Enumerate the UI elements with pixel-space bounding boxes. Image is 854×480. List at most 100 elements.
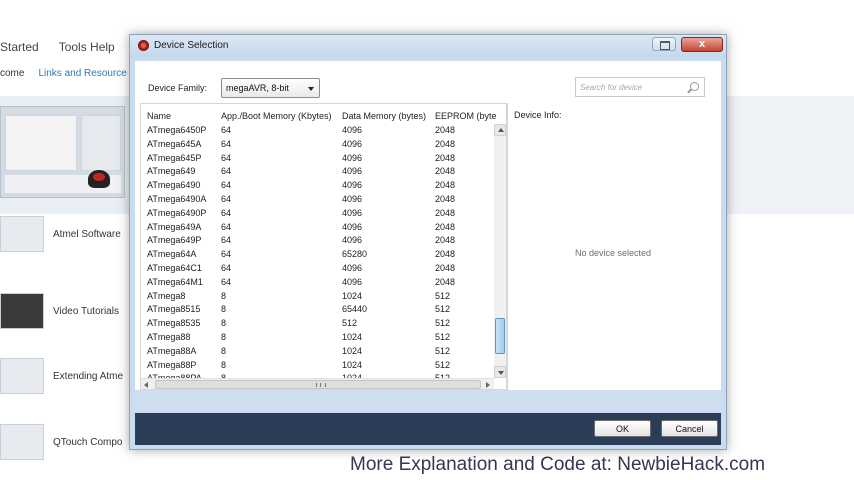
table-row[interactable]: ATmega88A 8 1024 512 — [141, 345, 489, 359]
table-cell: 2048 — [435, 221, 456, 232]
table-cell: 4096 — [342, 180, 363, 191]
table-cell: 4096 — [342, 221, 363, 232]
table-cell: 512 — [435, 359, 451, 370]
table-cell: ATmega88P — [147, 359, 197, 370]
table-cell: 65280 — [342, 249, 368, 260]
search-icon[interactable] — [690, 82, 699, 91]
table-row[interactable]: ATmega6490A 64 4096 2048 — [141, 193, 489, 207]
device-info-label: Device Info: — [514, 110, 562, 120]
start-page-menu: Started Tools Help — [0, 40, 135, 56]
dialog-titlebar[interactable]: Device Selection x — [130, 35, 726, 57]
menu-started[interactable]: Started — [0, 40, 39, 56]
table-row[interactable]: ATmega6490P 64 4096 2048 — [141, 207, 489, 221]
table-cell: 512 — [342, 318, 358, 329]
item-label: Video Tutorials — [53, 305, 119, 317]
table-cell: ATmega8515 — [147, 304, 201, 315]
table-cell: 65440 — [342, 304, 368, 315]
close-button[interactable]: x — [681, 37, 723, 52]
start-item-atmel-software[interactable]: Atmel Software — [0, 216, 121, 252]
table-body: ATmega6450P 64 4096 2048 ATmega645A 64 4096 204… — [141, 124, 489, 378]
table-cell: ATmega64C1 — [147, 263, 202, 273]
table-row[interactable]: ATmega8535 8 512 512 — [141, 317, 489, 331]
table-row[interactable]: ATmega6490 64 4096 2048 — [141, 179, 489, 193]
table-cell: 2048 — [435, 235, 456, 246]
table-row[interactable]: ATmega645P 64 4096 2048 — [141, 152, 489, 166]
dialog-title: Device Selection — [154, 40, 229, 51]
start-item-video-tutorials[interactable]: Video Tutorials — [0, 293, 119, 329]
search-input[interactable] — [576, 78, 684, 96]
ok-button[interactable]: OK — [594, 420, 651, 437]
table-cell: 4096 — [342, 166, 363, 177]
scrollbar-thumb[interactable] — [495, 318, 505, 354]
scroll-left-icon[interactable] — [141, 379, 153, 389]
table-row[interactable]: ATmega88 8 1024 512 — [141, 331, 489, 345]
table-row[interactable]: ATmega649 64 4096 2048 — [141, 165, 489, 179]
scroll-right-icon[interactable] — [482, 379, 494, 389]
table-cell: 8 — [221, 304, 227, 315]
start-page-tabs: come Links and Resource — [0, 68, 127, 79]
table-cell: 4096 — [342, 263, 363, 273]
table-cell: 64 — [221, 235, 232, 246]
no-device-message: No device selected — [574, 248, 652, 258]
device-family-select[interactable]: megaAVR, 8-bit — [221, 78, 320, 98]
table-cell: 512 — [435, 304, 451, 315]
menu-tools-help[interactable]: Tools Help — [59, 40, 115, 56]
column-header-name[interactable]: Name — [147, 111, 171, 121]
column-header-data-memory[interactable]: Data Memory (bytes) — [342, 111, 426, 121]
table-cell: 64 — [221, 180, 232, 191]
tab-links-and-resources[interactable]: Links and Resource — [38, 68, 126, 79]
table-cell: ATmega649P — [147, 235, 202, 246]
restore-button[interactable] — [652, 37, 676, 51]
table-cell: 64 — [221, 125, 232, 135]
device-info-panel: Device Info: No device selected — [507, 103, 721, 390]
table-cell: ATmega649 — [147, 166, 196, 177]
scroll-down-icon[interactable] — [494, 366, 506, 378]
table-cell: 8 — [221, 318, 227, 329]
table-cell: ATmega64A — [147, 249, 197, 260]
device-search-box[interactable] — [575, 77, 705, 97]
vertical-scrollbar[interactable] — [494, 124, 506, 378]
table-cell: 4096 — [342, 276, 363, 287]
table-cell: ATmega649A — [147, 221, 202, 232]
table-cell: 64 — [221, 276, 232, 287]
table-row[interactable]: ATmega649P 64 4096 2048 — [141, 234, 489, 248]
thumbnail-sidepanel — [81, 115, 121, 171]
table-row[interactable]: ATmega649A 64 4096 2048 — [141, 221, 489, 235]
table-cell: 2048 — [435, 276, 456, 287]
table-cell: ATmega6490A — [147, 194, 207, 204]
cancel-button[interactable]: Cancel — [661, 420, 718, 437]
table-cell: 64 — [221, 166, 232, 177]
table-row[interactable]: ATmega8 8 1024 512 — [141, 290, 489, 304]
table-cell: ATmega88A — [147, 345, 197, 356]
table-cell: ATmega8535 — [147, 318, 201, 329]
table-row[interactable]: ATmega64A 64 65280 2048 — [141, 248, 489, 262]
table-row[interactable]: ATmega6450P 64 4096 2048 — [141, 124, 489, 138]
table-cell: 4096 — [342, 138, 363, 149]
horizontal-scrollbar-thumb[interactable] — [155, 380, 481, 389]
table-cell: 64 — [221, 249, 232, 260]
watermark-caption: More Explanation and Code at: NewbieHack… — [350, 454, 766, 475]
table-cell: ATmega8 — [147, 290, 186, 301]
column-header-eeprom[interactable]: EEPROM (byte — [435, 111, 497, 121]
table-row[interactable]: ATmega8515 8 65440 512 — [141, 303, 489, 317]
table-cell: 8 — [221, 359, 227, 370]
table-cell: 8 — [221, 290, 227, 301]
table-cell: 4096 — [342, 207, 363, 218]
table-cell: 2048 — [435, 138, 456, 149]
horizontal-scrollbar[interactable] — [141, 378, 494, 389]
table-row[interactable]: ATmega645A 64 4096 2048 — [141, 138, 489, 152]
start-item-qtouch-composer[interactable]: QTouch Compo — [0, 424, 122, 460]
table-cell: 2048 — [435, 263, 456, 273]
tab-welcome[interactable]: come — [0, 68, 24, 79]
column-header-app-memory[interactable]: App./Boot Memory (Kbytes) — [221, 111, 332, 121]
table-cell: 64 — [221, 194, 232, 204]
table-row[interactable]: ATmega88P 8 1024 512 — [141, 359, 489, 373]
table-cell: ATmega6490 — [147, 180, 201, 191]
table-cell: 64 — [221, 207, 232, 218]
table-row[interactable]: ATmega64M1 64 4096 2048 — [141, 276, 489, 290]
scroll-up-icon[interactable] — [494, 124, 506, 136]
table-row[interactable]: ATmega64C1 64 4096 2048 — [141, 262, 489, 276]
item-thumbnail — [0, 358, 44, 394]
dialog-client-bottom — [135, 390, 721, 411]
start-item-extending-atmel[interactable]: Extending Atme — [0, 358, 123, 394]
